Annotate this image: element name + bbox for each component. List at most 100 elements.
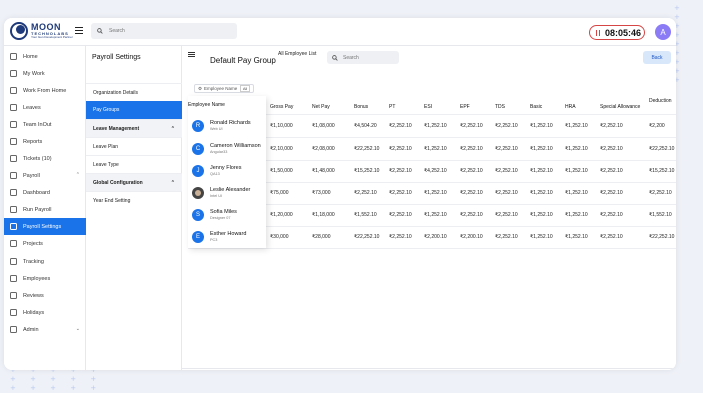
employee-name: Sofia Miles xyxy=(210,209,237,216)
folder-icon xyxy=(10,240,17,247)
table-cell: ₹15,252.10 xyxy=(649,168,675,174)
gear-icon: ⚙ xyxy=(198,85,203,91)
sidebar-item-holidays[interactable]: Holidays xyxy=(4,304,86,321)
employee-cell[interactable]: Leslie Alexander Intel UI xyxy=(188,182,266,204)
table-cell: ₹2,252.10 xyxy=(460,168,483,174)
table-cell: ₹2,252.10 xyxy=(600,212,623,218)
sidebar-item-home[interactable]: Home xyxy=(4,48,86,65)
column-header: TDS xyxy=(495,104,505,110)
table-cell: ₹2,08,000 xyxy=(312,146,335,152)
main-content: Default Pay Group All Employee List Back… xyxy=(182,46,676,370)
laptop-icon xyxy=(10,87,17,94)
sidebar-item-label: Run Payroll xyxy=(23,206,52,213)
settings-item-label: Pay Groups xyxy=(93,107,120,113)
sidebar-item-label: Tracking xyxy=(23,258,44,265)
back-button[interactable]: Back xyxy=(643,51,671,64)
holiday-icon xyxy=(10,309,17,316)
sidebar-item-label: Employees xyxy=(23,275,51,282)
sidebar-item-tracking[interactable]: Tracking xyxy=(4,253,86,270)
global-search[interactable] xyxy=(91,23,237,39)
employee-role: Designer 07 xyxy=(210,216,231,221)
sidebar-item-projects[interactable]: Projects xyxy=(4,235,86,252)
sidebar-item-work-from-home[interactable]: Work From Home xyxy=(4,82,86,99)
sidebar-item-employees[interactable]: Employees xyxy=(4,270,86,287)
employee-cell[interactable]: J Jenny Flores QA13 xyxy=(188,160,266,182)
column-header: Net Pay xyxy=(312,104,330,110)
sidebar-item-label: Holidays xyxy=(23,309,45,316)
brand-logo[interactable]: MOON TECHNOLABS Your Gen Development Par… xyxy=(10,22,73,40)
table-cell: ₹2,252.10 xyxy=(600,190,623,196)
filter-label: Employee Name xyxy=(204,86,238,91)
settings-item-pay-groups[interactable]: Pay Groups xyxy=(86,101,182,119)
table-cell: ₹1,252.10 xyxy=(424,212,447,218)
sidebar-item-dashboard[interactable]: Dashboard xyxy=(4,184,86,201)
sidebar-item-run-payroll[interactable]: Run Payroll xyxy=(4,201,86,218)
sidebar-item-payroll-settings[interactable]: Payroll Settings xyxy=(4,218,86,235)
sidebar-item-tickets-10[interactable]: Tickets (10) xyxy=(4,150,86,167)
employee-info: Cameron Williamson Angular33 xyxy=(210,143,261,154)
sidebar-item-payroll[interactable]: Payroll ⌃ xyxy=(4,167,86,184)
employee-avatar: S xyxy=(192,209,204,221)
column-header: PT xyxy=(389,104,396,110)
settings-item-leave-type[interactable]: Leave Type xyxy=(86,155,182,173)
employee-search[interactable] xyxy=(327,51,399,64)
panel-toggle-icon[interactable] xyxy=(188,52,195,57)
column-header: Basic xyxy=(530,104,543,110)
table-footer: ‹ 50 ⌄ › 6Employees6,95,000Gross Pay6,15… xyxy=(182,368,676,370)
employee-role: PC3 xyxy=(210,238,218,243)
settings-item-leave-management[interactable]: Leave Management ⌃ xyxy=(86,119,182,137)
all-employee-list-link[interactable]: All Employee List xyxy=(278,51,316,57)
employee-name-filter[interactable]: ⚙ Employee Name All xyxy=(194,84,254,93)
employee-cell[interactable]: E Esther Howard PC3 xyxy=(188,226,266,248)
sidebar-item-my-work[interactable]: My Work xyxy=(4,65,86,82)
employee-cell[interactable]: S Sofia Miles Designer 07 xyxy=(188,204,266,226)
employee-info: Sofia Miles Designer 07 xyxy=(210,209,237,220)
sidebar-item-team-inout[interactable]: Team InOut xyxy=(4,116,86,133)
employee-cell[interactable]: R Ronald Richards Web UI xyxy=(188,115,266,137)
global-search-input[interactable] xyxy=(109,28,219,34)
table-cell: ₹28,000 xyxy=(312,234,331,240)
table-cell: ₹1,50,000 xyxy=(270,168,293,174)
table-cell: ₹4,504.20 xyxy=(354,123,377,129)
settings-item-label: Leave Management xyxy=(93,125,140,132)
settings-item-label: Year End Setting xyxy=(93,197,131,204)
settings-item-year-end-setting[interactable]: Year End Setting xyxy=(86,191,182,209)
settings-item-organization-details[interactable]: Organization Details xyxy=(86,83,182,101)
table-cell: ₹2,252.10 xyxy=(495,234,518,240)
filter-tag[interactable]: All xyxy=(240,85,250,92)
work-timer[interactable]: 08:05:46 xyxy=(589,25,645,40)
table-cell: ₹1,252.10 xyxy=(530,123,553,129)
table-cell: ₹2,252.10 xyxy=(389,212,412,218)
employee-avatar: J xyxy=(192,165,204,177)
pause-icon[interactable] xyxy=(596,29,600,36)
table-cell: ₹2,252.10 xyxy=(495,212,518,218)
logo-mark-icon xyxy=(10,22,28,40)
hamburger-menu-icon[interactable] xyxy=(75,27,83,34)
table-cell: ₹2,252.10 xyxy=(600,234,623,240)
dashboard-icon xyxy=(10,189,17,196)
table-cell: ₹15,252.10 xyxy=(354,168,380,174)
settings-item-leave-plan[interactable]: Leave Plan xyxy=(86,137,182,155)
chevron-down-icon[interactable]: ⌄ xyxy=(76,326,80,332)
employee-search-input[interactable] xyxy=(343,54,398,61)
chevron-up-icon[interactable]: ⌃ xyxy=(76,172,80,178)
user-avatar[interactable]: A xyxy=(655,24,671,40)
sidebar-item-admin[interactable]: Admin ⌄ xyxy=(4,321,86,338)
settings-item-global-configuration[interactable]: Global Configuration ⌃ xyxy=(86,173,182,191)
chevron-up-icon[interactable]: ⌃ xyxy=(171,180,175,186)
table-cell: ₹1,08,000 xyxy=(312,123,335,129)
sidebar-item-reviews[interactable]: Reviews xyxy=(4,287,86,304)
sidebar-item-leaves[interactable]: Leaves xyxy=(4,99,86,116)
chevron-up-icon[interactable]: ⌃ xyxy=(171,126,175,132)
payroll-icon xyxy=(10,172,17,179)
table-cell: ₹73,000 xyxy=(312,190,331,196)
employee-info: Leslie Alexander Intel UI xyxy=(210,187,250,198)
employee-role: Angular33 xyxy=(210,150,228,155)
sidebar-item-reports[interactable]: Reports xyxy=(4,133,86,150)
table-cell: ₹1,252.10 xyxy=(530,168,553,174)
table-cell: ₹1,20,000 xyxy=(270,212,293,218)
users-icon xyxy=(10,275,17,282)
employee-cell[interactable]: C Cameron Williamson Angular33 xyxy=(188,138,266,160)
table-cell: ₹2,200 xyxy=(649,123,665,129)
sidebar-item-label: Leaves xyxy=(23,104,41,111)
